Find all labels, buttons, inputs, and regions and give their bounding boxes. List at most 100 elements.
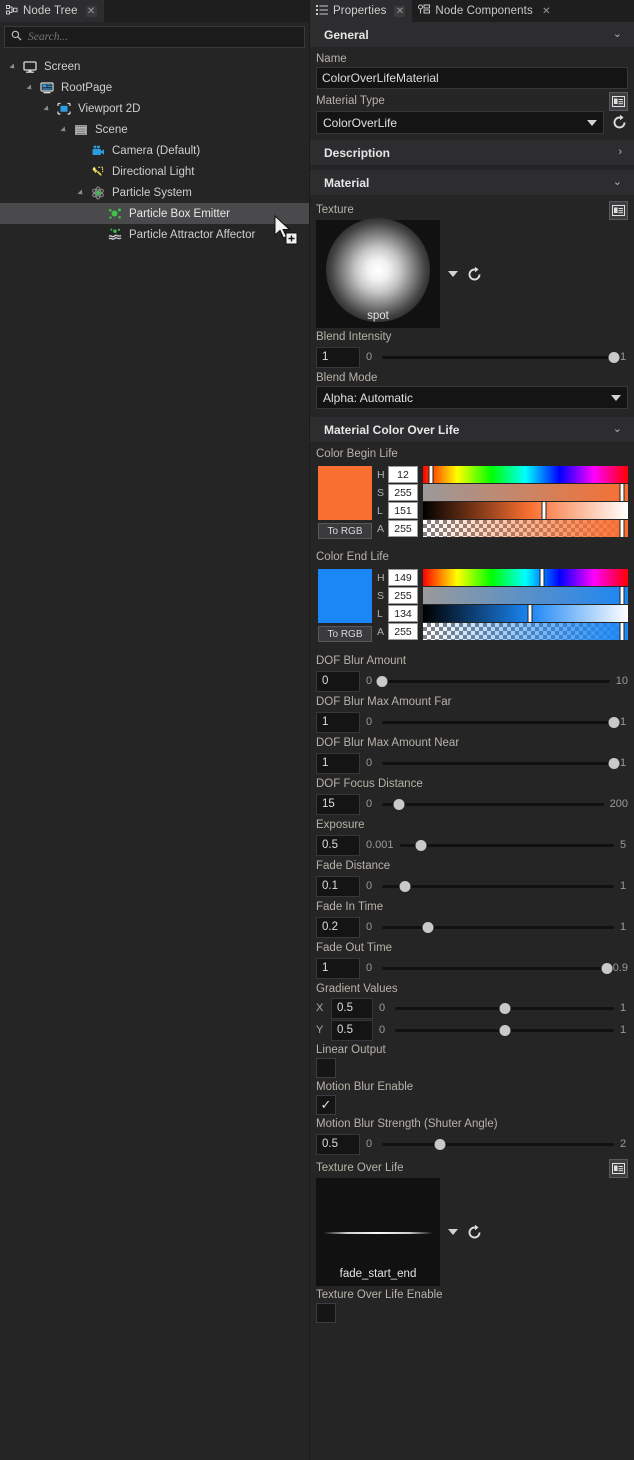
expand-toggle[interactable] xyxy=(57,119,71,140)
close-icon[interactable]: ✕ xyxy=(394,6,405,17)
list-picker-icon[interactable] xyxy=(609,1159,628,1178)
tree-node-particle-attractor-affector[interactable]: Particle Attractor Affector xyxy=(0,224,309,245)
color-end-picker[interactable]: To RGBH149S255L134A255 xyxy=(310,567,634,642)
expand-toggle[interactable] xyxy=(6,56,20,77)
expand-toggle[interactable] xyxy=(91,203,105,224)
tree-node-directional-light[interactable]: Directional Light xyxy=(0,161,309,182)
tree-node-viewport-2d[interactable]: Viewport 2D xyxy=(0,98,309,119)
texture-over-life-enable-checkbox[interactable] xyxy=(316,1303,336,1323)
channel-value-h[interactable]: 12 xyxy=(388,466,418,483)
slider-track[interactable] xyxy=(382,917,614,938)
reset-icon[interactable] xyxy=(611,114,628,131)
texture-over-life-preview[interactable]: fade_start_end xyxy=(316,1178,440,1286)
exposure-slider-row[interactable]: 0.50.0015 xyxy=(316,833,628,857)
gradient-row-y[interactable]: Y0.501 xyxy=(316,1019,628,1041)
tree-node-particle-box-emitter[interactable]: Particle Box Emitter xyxy=(0,203,309,224)
slider-track[interactable] xyxy=(395,998,614,1019)
channel-value-s[interactable]: 255 xyxy=(388,484,418,501)
tree-node-particle-system[interactable]: Particle System xyxy=(0,182,309,203)
slider-handle[interactable] xyxy=(609,352,620,363)
dof-blur-amount-slider-row[interactable]: 0010 xyxy=(316,669,628,693)
section-header-description[interactable]: Description › xyxy=(310,140,634,166)
channel-value-a[interactable]: 255 xyxy=(388,520,418,537)
slider-track[interactable] xyxy=(400,835,614,856)
close-icon[interactable]: ✕ xyxy=(86,6,97,17)
chevron-down-icon[interactable] xyxy=(448,1229,458,1235)
tree-node-screen[interactable]: Screen xyxy=(0,56,309,77)
fade-out-time-slider-row[interactable]: 100.9 xyxy=(316,956,628,980)
slider-track[interactable] xyxy=(382,712,614,733)
channel-value-a[interactable]: 255 xyxy=(388,623,418,640)
exposure-value[interactable]: 0.5 xyxy=(316,835,360,856)
blend-intensity-value[interactable]: 1 xyxy=(316,347,360,368)
channel-slider-s[interactable] xyxy=(423,484,628,501)
dof-focus-distance-slider-row[interactable]: 150200 xyxy=(316,792,628,816)
channel-slider-a[interactable] xyxy=(423,520,628,537)
fade-distance-slider-row[interactable]: 0.101 xyxy=(316,874,628,898)
motion-blur-strength-slider-row[interactable]: 0.5 0 2 xyxy=(316,1132,628,1156)
dof-blur-max-far-slider-row[interactable]: 101 xyxy=(316,710,628,734)
slider-track[interactable] xyxy=(382,671,610,692)
fade-in-time-slider-row[interactable]: 0.201 xyxy=(316,915,628,939)
section-header-color-over-life[interactable]: Material Color Over Life ⌄ xyxy=(310,417,634,443)
to-rgb-button[interactable]: To RGB xyxy=(318,626,372,642)
list-picker-icon[interactable] xyxy=(609,92,628,111)
channel-slider-h[interactable] xyxy=(423,569,628,586)
linear-output-checkbox[interactable] xyxy=(316,1058,336,1078)
slider-track[interactable] xyxy=(382,347,614,368)
expand-toggle[interactable] xyxy=(91,224,105,245)
reset-icon[interactable] xyxy=(466,266,483,283)
name-input[interactable] xyxy=(316,67,628,89)
expand-toggle[interactable] xyxy=(23,77,37,98)
color-swatch[interactable] xyxy=(318,569,372,623)
channel-value-s[interactable]: 255 xyxy=(388,587,418,604)
slider-track[interactable] xyxy=(382,794,604,815)
dof-blur-max-near-slider-row[interactable]: 101 xyxy=(316,751,628,775)
expand-toggle[interactable] xyxy=(74,182,88,203)
tree-node-scene[interactable]: Scene xyxy=(0,119,309,140)
color-swatch[interactable] xyxy=(318,466,372,520)
color-begin-picker[interactable]: To RGBH12S255L151A255 xyxy=(310,464,634,539)
channel-value-l[interactable]: 151 xyxy=(388,502,418,519)
slider-track[interactable] xyxy=(382,1134,614,1155)
channel-slider-a[interactable] xyxy=(423,623,628,640)
tab-node-tree[interactable]: Node Tree ✕ xyxy=(0,0,104,22)
slider-track[interactable] xyxy=(382,958,607,979)
blend-intensity-slider-row[interactable]: 1 0 1 xyxy=(316,345,628,369)
motion-blur-checkbox[interactable]: ✓ xyxy=(316,1095,336,1115)
section-header-material[interactable]: Material ⌄ xyxy=(310,170,634,196)
expand-toggle[interactable] xyxy=(74,161,88,182)
search-box[interactable] xyxy=(4,26,305,48)
blend-mode-dropdown[interactable]: Alpha: Automatic xyxy=(316,386,628,409)
slider-track[interactable] xyxy=(382,876,614,897)
channel-slider-h[interactable] xyxy=(423,466,628,483)
gradient-value-y[interactable]: 0.5 xyxy=(331,1020,373,1041)
gradient-row-x[interactable]: X0.501 xyxy=(316,997,628,1019)
fade-distance-value[interactable]: 0.1 xyxy=(316,876,360,897)
chevron-down-icon[interactable] xyxy=(448,271,458,277)
list-picker-icon[interactable] xyxy=(609,201,628,220)
dof-focus-distance-value[interactable]: 15 xyxy=(316,794,360,815)
tree-node-rootpage[interactable]: RootPage xyxy=(0,77,309,98)
channel-slider-l[interactable] xyxy=(423,605,628,622)
motion-blur-strength-value[interactable]: 0.5 xyxy=(316,1134,360,1155)
texture-preview[interactable]: spot xyxy=(316,220,440,328)
slider-handle[interactable] xyxy=(435,1139,446,1150)
tree-node-camera-default[interactable]: Camera (Default) xyxy=(0,140,309,161)
search-input[interactable] xyxy=(28,31,298,43)
material-type-dropdown[interactable]: ColorOverLife xyxy=(316,111,604,134)
dof-blur-max-far-value[interactable]: 1 xyxy=(316,712,360,733)
section-header-general[interactable]: General ⌄ xyxy=(310,22,634,48)
reset-icon[interactable] xyxy=(466,1224,483,1241)
fade-in-time-value[interactable]: 0.2 xyxy=(316,917,360,938)
channel-slider-s[interactable] xyxy=(423,587,628,604)
tab-node-components[interactable]: Node Components ✕ xyxy=(412,0,558,22)
slider-track[interactable] xyxy=(382,753,614,774)
expand-toggle[interactable] xyxy=(40,98,54,119)
dof-blur-amount-value[interactable]: 0 xyxy=(316,671,360,692)
to-rgb-button[interactable]: To RGB xyxy=(318,523,372,539)
dof-blur-max-near-value[interactable]: 1 xyxy=(316,753,360,774)
channel-value-l[interactable]: 134 xyxy=(388,605,418,622)
expand-toggle[interactable] xyxy=(74,140,88,161)
slider-track[interactable] xyxy=(395,1020,614,1041)
